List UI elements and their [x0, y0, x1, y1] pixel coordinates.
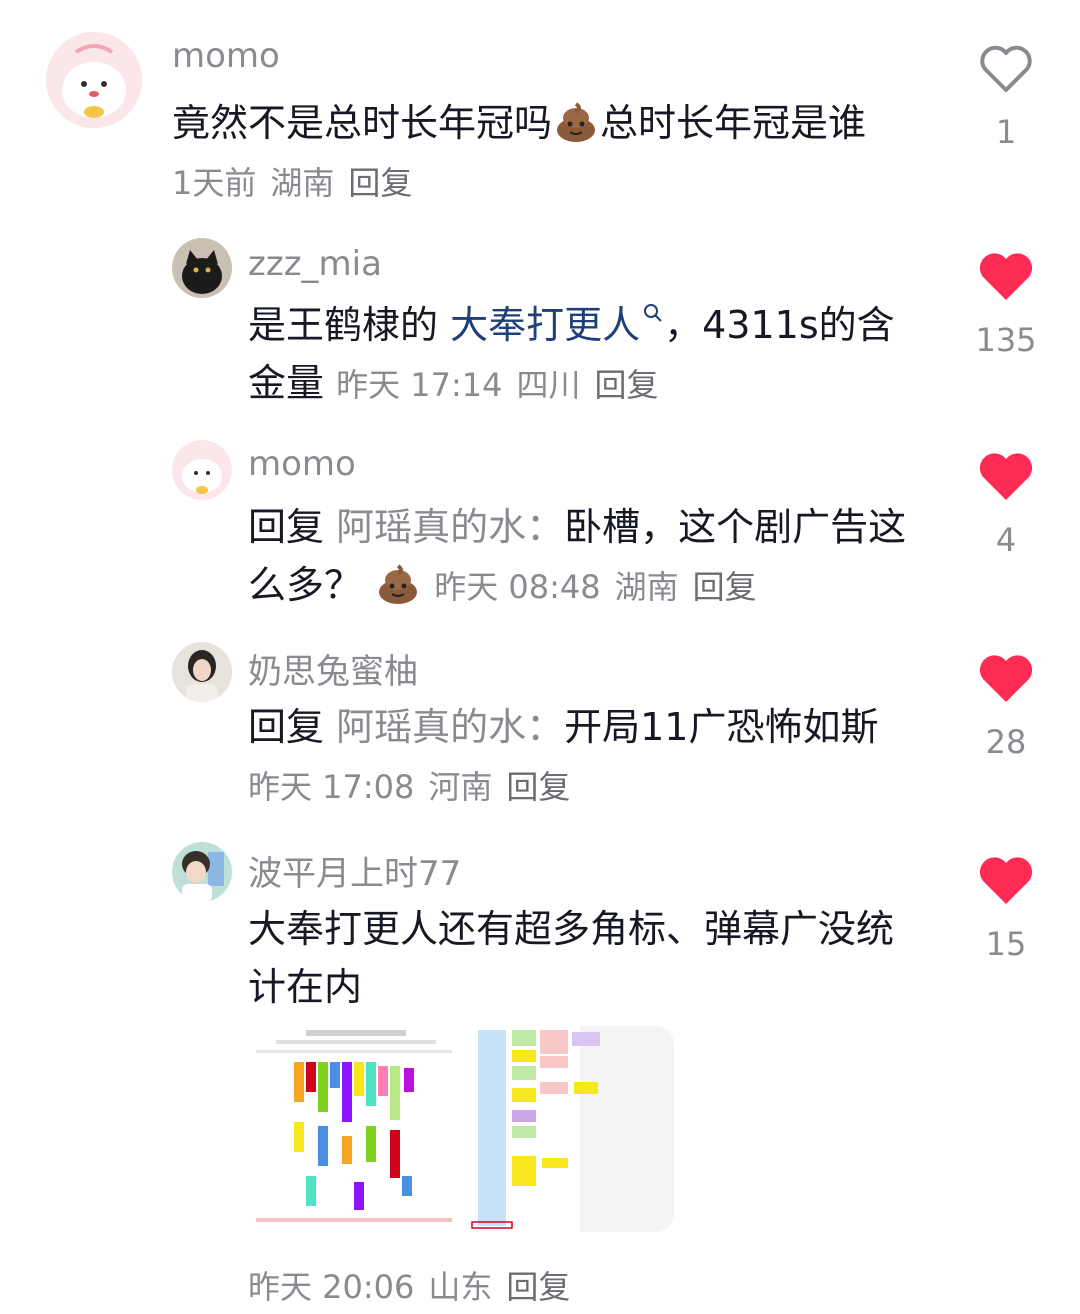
comment-time: 昨天 17:14 [336, 366, 503, 404]
comment-meta: 1天前 湖南 回复 [172, 164, 426, 202]
reply-button[interactable]: 回复 [595, 366, 659, 404]
heart-filled-icon [979, 253, 1033, 300]
comment-reply-item: momo 回复 阿瑶真的水：卧槽，这个剧广告这么多？ 昨天 08:48 湖南 回复 … [0, 430, 1080, 630]
attached-images [246, 1026, 674, 1232]
comment-body: 是王鹤棣的 [248, 303, 439, 347]
comment-location: 四川 [516, 366, 581, 404]
comment-text: 是王鹤棣的 大奉打更人 ，4311s的含金量 昨天 17:14 四川 回复 [248, 296, 908, 414]
heart-filled-icon [979, 655, 1033, 702]
like-button[interactable]: 4 [961, 452, 1051, 556]
comment-username[interactable]: zzz_mia [248, 244, 382, 284]
like-count: 15 [985, 925, 1027, 963]
comment-item: momo 竟然不是总时长年冠吗 总时长年冠是谁 1天前 湖南 回复 1 [0, 0, 1080, 230]
like-button[interactable]: 135 [961, 252, 1051, 356]
poop-emoji-icon [557, 102, 596, 142]
reply-button[interactable]: 回复 [348, 164, 412, 202]
spreadsheet-image [246, 1026, 460, 1232]
avatar[interactable] [172, 440, 232, 500]
reply-prefix: 回复 [248, 505, 325, 549]
reply-target-user[interactable]: 阿瑶真的水： [336, 705, 564, 749]
like-button[interactable]: 28 [961, 654, 1051, 758]
pink-character-avatar-icon [172, 440, 232, 500]
reply-prefix: 回复 [248, 705, 325, 749]
comment-username[interactable]: 波平月上时77 [248, 846, 461, 895]
search-icon [644, 304, 662, 322]
comment-time: 昨天 20:06 [248, 1268, 415, 1306]
comment-location: 河南 [428, 768, 493, 806]
comment-text: 竟然不是总时长年冠吗 总时长年冠是谁 1天前 湖南 回复 [172, 94, 912, 212]
comment-meta: 昨天 08:48 湖南 回复 [434, 568, 770, 606]
reply-button[interactable]: 回复 [693, 568, 757, 606]
attached-image-spreadsheet-2[interactable] [460, 1026, 674, 1232]
pink-character-avatar-icon [46, 32, 142, 128]
comment-body: 大奉打更人还有超多角标、弹幕广没统计在内 [248, 907, 895, 1009]
heart-filled-icon [979, 857, 1033, 904]
person-photo-avatar-icon [172, 642, 232, 702]
attached-image-spreadsheet-1[interactable] [246, 1026, 460, 1232]
comment-text: 回复 阿瑶真的水：开局11广恐怖如斯 昨天 17:08 河南 回复 [248, 698, 908, 816]
avatar[interactable] [46, 32, 142, 128]
like-count: 135 [975, 321, 1037, 359]
heart-outline-icon [980, 45, 1032, 92]
cartoon-person-avatar-icon [172, 842, 232, 902]
comment-location: 湖南 [614, 568, 679, 606]
reply-button[interactable]: 回复 [506, 1268, 570, 1306]
avatar[interactable] [172, 642, 232, 702]
comment-text: 大奉打更人还有超多角标、弹幕广没统计在内 [248, 900, 928, 1016]
comment-time: 昨天 17:08 [248, 768, 415, 806]
avatar[interactable] [172, 238, 232, 298]
like-button[interactable]: 1 [961, 44, 1051, 148]
like-button[interactable]: 15 [961, 856, 1051, 960]
comment-text: 回复 阿瑶真的水：卧槽，这个剧广告这么多？ 昨天 08:48 湖南 回复 [248, 498, 908, 616]
like-count: 1 [995, 113, 1017, 151]
comment-meta: 昨天 20:06 山东 回复 [248, 1262, 584, 1308]
comment-body: 竟然不是总时长年冠吗 [172, 101, 553, 145]
comment-body-continued: 总时长年冠是谁 [600, 101, 867, 145]
comment-reply-item: 奶思兔蜜柚 回复 阿瑶真的水：开局11广恐怖如斯 昨天 17:08 河南 回复 28 [0, 632, 1080, 832]
like-count: 28 [985, 723, 1027, 761]
comment-reply-item: zzz_mia 是王鹤棣的 大奉打更人 ，4311s的含金量 昨天 17:14 四川… [0, 230, 1080, 430]
reply-target-user[interactable]: 阿瑶真的水： [336, 505, 564, 549]
avatar[interactable] [172, 842, 232, 902]
reply-button[interactable]: 回复 [506, 768, 570, 806]
comment-time: 昨天 08:48 [434, 568, 601, 606]
comment-meta: 昨天 17:14 四川 回复 [336, 366, 672, 404]
comment-username[interactable]: momo [172, 36, 280, 76]
comment-meta: 昨天 17:08 河南 回复 [248, 768, 584, 806]
comment-location: 湖南 [270, 164, 335, 202]
poop-emoji-icon [379, 564, 418, 604]
like-count: 4 [995, 521, 1017, 559]
search-link[interactable]: 大奉打更人 [450, 303, 664, 347]
comment-location: 山东 [428, 1268, 493, 1306]
comment-username[interactable]: momo [248, 444, 356, 484]
comment-time: 1天前 [172, 164, 257, 202]
comment-username[interactable]: 奶思兔蜜柚 [248, 644, 418, 693]
heart-filled-icon [979, 453, 1033, 500]
black-cat-avatar-icon [172, 238, 232, 298]
comment-body: 开局11广恐怖如斯 [564, 705, 879, 749]
search-link-text: 大奉打更人 [450, 303, 641, 347]
spreadsheet-image [460, 1026, 674, 1232]
